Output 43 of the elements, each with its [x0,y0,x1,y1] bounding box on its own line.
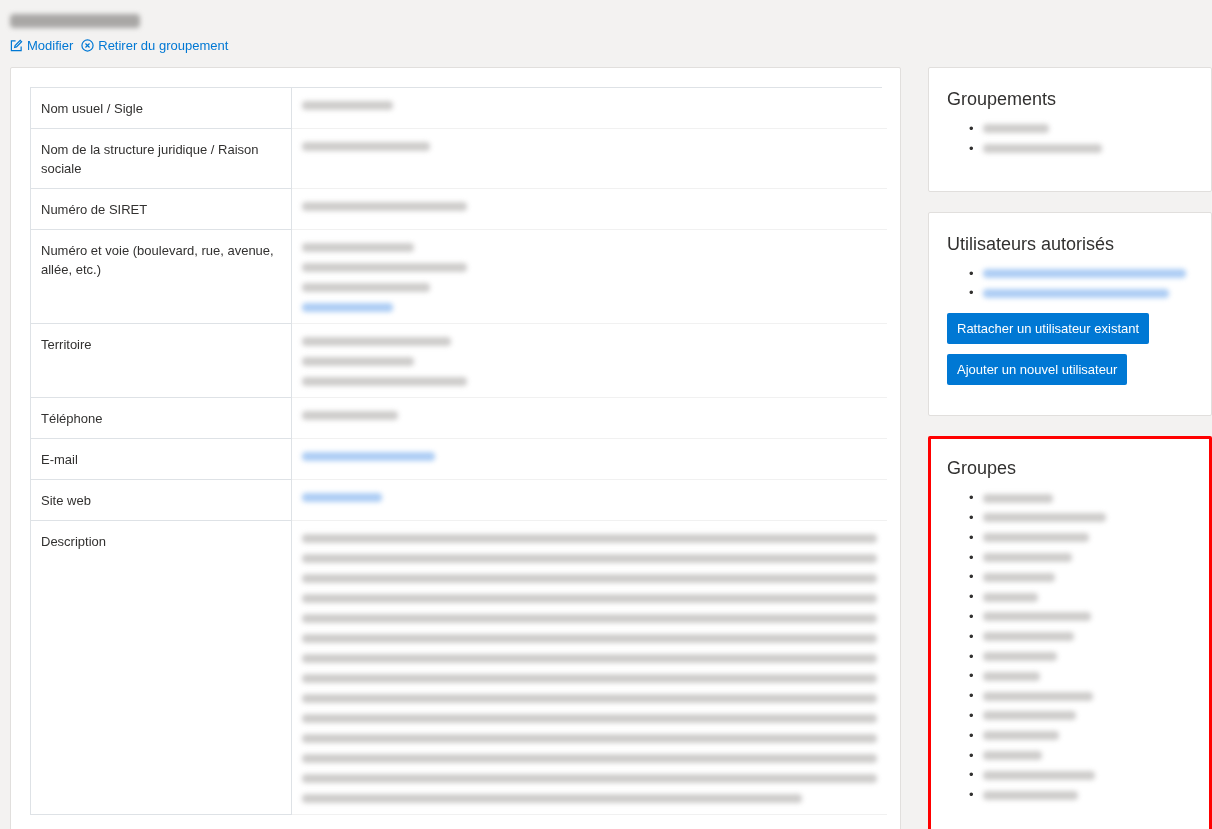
field-label: Site web [31,480,292,521]
blurred-text[interactable] [983,288,1169,298]
action-link[interactable]: Modifier [10,38,74,53]
field-label: Nom usuel / Sigle [31,88,292,129]
edit-icon [10,39,23,52]
action-button[interactable]: Rattacher un utilisateur existant [947,313,1150,345]
close-circle-icon [81,39,95,52]
blurred-text[interactable] [302,493,382,502]
bullet: • [969,489,975,508]
bullet: • [969,627,975,646]
field-label: Numéro et voie (boulevard, rue, avenue, allée, etc.) [31,230,292,324]
blurred-text[interactable] [983,269,1186,278]
field-label: Téléphone [31,398,292,439]
bullet: • [969,548,975,567]
bullet: • [969,647,975,666]
bullet: • [969,588,975,607]
bullet: • [969,687,975,706]
bullet: • [969,667,975,686]
card-title: Groupements [947,88,1058,111]
card-title: Utilisateurs autorisés [947,232,1116,256]
field-label: Numéro de SIRET [31,189,292,230]
bullet: • [969,766,975,785]
field-label: Description [31,521,292,815]
bullet: • [969,284,975,303]
bullet: • [969,509,975,527]
card-title: Groupes [947,457,1018,481]
bullet: • [969,786,975,805]
bullet: • [969,528,975,547]
action-link[interactable]: Retirer du groupement [81,38,229,53]
bullet: • [969,726,975,745]
action-button[interactable]: Ajouter un nouvel utilisateur [947,354,1128,386]
field-label: Territoire [31,324,292,398]
bullet: • [969,139,975,158]
blurred-text[interactable] [302,452,435,461]
bullet: • [969,706,975,725]
bullet: • [969,607,975,626]
bullet: • [969,264,975,283]
blurred-text[interactable] [302,303,393,312]
field-label: Nom de la structure juridique / Raison sociale [31,129,292,189]
bullet: • [969,568,975,587]
bullet: • [969,120,975,138]
bullet: • [969,746,975,765]
field-label: E-mail [31,439,292,480]
